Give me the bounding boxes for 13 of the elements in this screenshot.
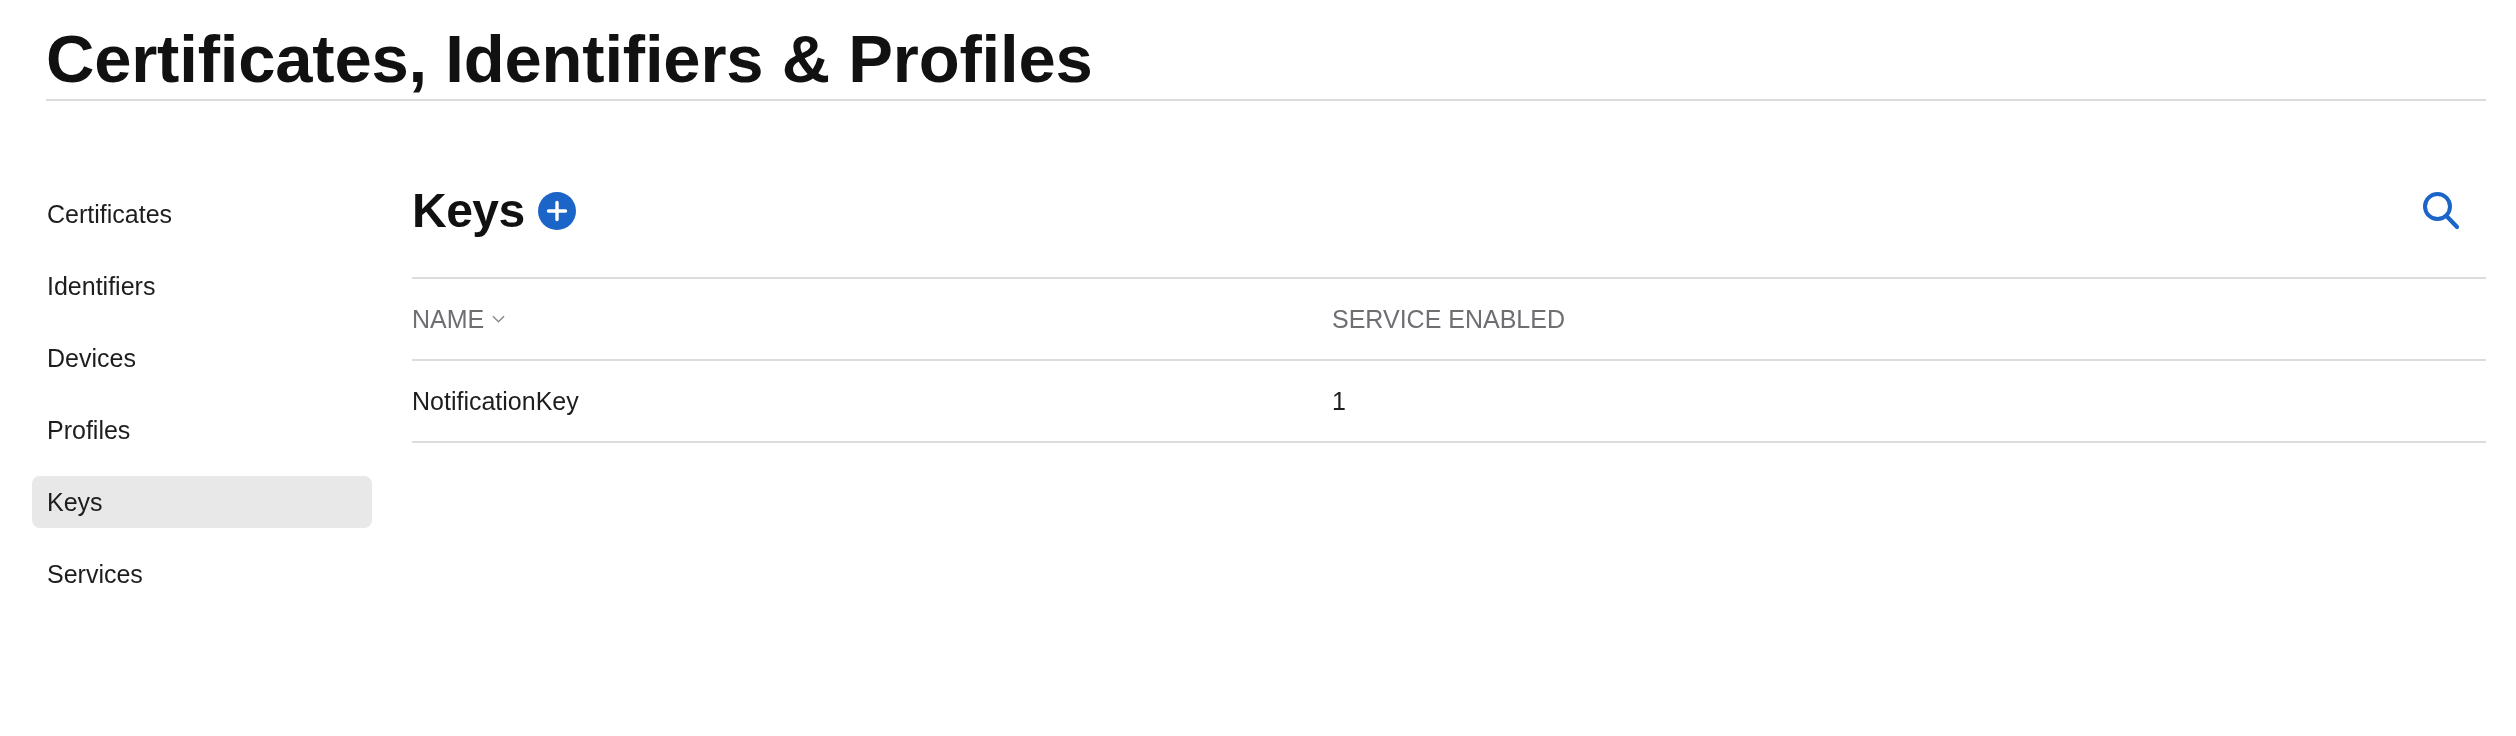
sidebar-item[interactable]: Identifiers (32, 260, 372, 312)
sidebar-item[interactable]: Keys (32, 476, 372, 528)
sidebar-item[interactable]: Certificates (32, 188, 372, 240)
add-icon[interactable] (537, 191, 576, 230)
column-header[interactable]: NAME (412, 304, 1332, 334)
sidebar-item[interactable]: Services (32, 548, 372, 600)
sidebar-item[interactable]: Devices (32, 332, 372, 384)
sidebar-item[interactable]: Profiles (32, 404, 372, 456)
search-icon[interactable] (2422, 191, 2460, 230)
page-title: Certificates, Identifiers & Profiles (46, 20, 1093, 98)
column-header[interactable]: SERVICE ENABLED (1332, 304, 2486, 334)
table-cell-text: 1 (1332, 386, 1347, 416)
table-cell-text: NotificationKey (412, 386, 580, 416)
